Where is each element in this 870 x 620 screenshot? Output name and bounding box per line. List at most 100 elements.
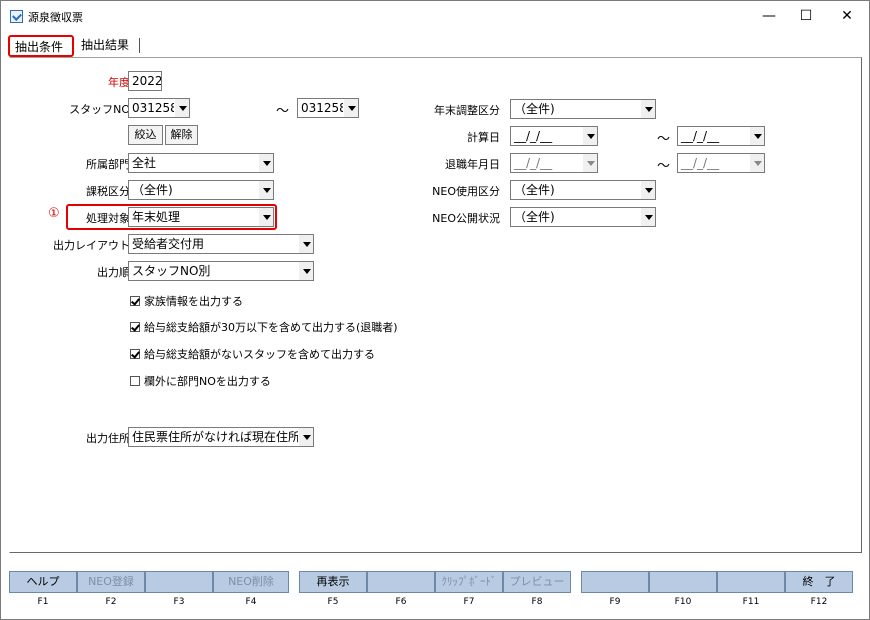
year-input[interactable]: 2022: [128, 71, 162, 91]
app-icon: [10, 10, 23, 23]
filter-button[interactable]: 絞込: [128, 125, 163, 145]
f2-key-label: F2: [105, 597, 117, 607]
tax-class-select[interactable]: （全件): [128, 180, 274, 200]
chevron-down-icon[interactable]: [749, 154, 764, 172]
order-value: スタッフNO別: [132, 264, 211, 278]
checkbox-no-pay-staff[interactable]: 給与総支給額がないスタッフを含めて出力する: [130, 346, 375, 362]
f9-key-label: F9: [609, 597, 621, 607]
target-select[interactable]: 年末処理: [128, 207, 274, 227]
year-label: 年度: [108, 76, 130, 89]
chevron-down-icon[interactable]: [258, 154, 273, 172]
f10-button[interactable]: [649, 571, 717, 593]
f12-key-label: F12: [810, 597, 828, 607]
chevron-down-icon[interactable]: [640, 181, 655, 199]
tab-extract-conditions[interactable]: 抽出条件: [8, 35, 74, 57]
retire-date-to-value: __/_/__: [681, 156, 720, 170]
retire-date-to-select[interactable]: __/_/__: [677, 153, 765, 173]
chevron-down-icon[interactable]: [258, 208, 273, 226]
calc-date-from-select[interactable]: __/_/__: [510, 126, 598, 146]
calc-date-from-value: __/_/__: [514, 129, 553, 143]
f6-button[interactable]: [367, 571, 435, 593]
checkbox-family-info[interactable]: 家族情報を出力する: [130, 293, 243, 309]
order-label: 出力順: [97, 266, 130, 279]
target-label: 処理対象: [86, 212, 130, 225]
f8-key-label: F8: [531, 597, 543, 607]
chevron-down-icon[interactable]: [749, 127, 764, 145]
calc-date-to-select[interactable]: __/_/__: [677, 126, 765, 146]
f9-button[interactable]: [581, 571, 649, 593]
chevron-down-icon[interactable]: [640, 100, 655, 118]
retire-date-from-select[interactable]: __/_/__: [510, 153, 598, 173]
adjust-class-value: （全件): [514, 102, 555, 116]
retire-date-tilde: ～: [657, 159, 671, 174]
chevron-down-icon[interactable]: [174, 99, 189, 117]
f7-clipboard-button[interactable]: ｸﾘｯﾌﾟﾎﾞｰﾄﾞ: [435, 571, 503, 593]
checkbox-label: 給与総支給額が30万以下を含めて出力する(退職者): [144, 321, 398, 334]
target-value: 年末処理: [132, 210, 181, 224]
maximize-button[interactable]: ☐: [792, 5, 820, 27]
tab-extract-results[interactable]: 抽出結果: [76, 35, 141, 57]
neo-use-label: NEO使用区分: [432, 185, 500, 198]
retire-date-label: 退職年月日: [445, 158, 500, 171]
f4-key-label: F4: [245, 597, 257, 607]
checkbox-box[interactable]: [130, 376, 140, 386]
f11-key-label: F11: [742, 597, 760, 607]
adjust-class-select[interactable]: （全件): [510, 99, 656, 119]
staff-no-from-select[interactable]: 031258: [128, 98, 190, 118]
order-select[interactable]: スタッフNO別: [128, 261, 314, 281]
checkbox-box[interactable]: [130, 296, 140, 306]
tax-class-label: 課税区分: [86, 185, 130, 198]
neo-public-label: NEO公開状況: [432, 212, 500, 225]
chevron-down-icon[interactable]: [582, 154, 597, 172]
tab-separator: [139, 38, 140, 53]
neo-public-select[interactable]: （全件): [510, 207, 656, 227]
chevron-down-icon[interactable]: [582, 127, 597, 145]
chevron-down-icon[interactable]: [298, 235, 313, 253]
staff-no-to-value: 031258: [301, 101, 347, 115]
department-label: 所属部門: [86, 158, 130, 171]
chevron-down-icon[interactable]: [258, 181, 273, 199]
tax-class-value: （全件): [132, 183, 173, 197]
f5-key-label: F5: [327, 597, 339, 607]
f4-neo-delete-button[interactable]: NEO削除: [213, 571, 289, 593]
neo-use-select[interactable]: （全件): [510, 180, 656, 200]
annotation-badge: ①: [48, 206, 60, 221]
close-button[interactable]: ✕: [833, 5, 861, 27]
address-select[interactable]: 住民票住所がなければ現在住所: [128, 427, 314, 447]
checkbox-label: 欄外に部門NOを出力する: [144, 375, 271, 388]
layout-label: 出力レイアウト: [53, 239, 130, 252]
staff-no-to-select[interactable]: 031258: [297, 98, 359, 118]
checkbox-dept-no-margin[interactable]: 欄外に部門NOを出力する: [130, 373, 271, 389]
staff-no-label: スタッフNO: [69, 103, 130, 116]
neo-use-value: （全件): [514, 183, 555, 197]
chevron-down-icon[interactable]: [298, 428, 313, 446]
f7-key-label: F7: [463, 597, 475, 607]
staff-no-from-value: 031258: [132, 101, 178, 115]
clear-button[interactable]: 解除: [165, 125, 198, 145]
neo-public-value: （全件): [514, 210, 555, 224]
f5-refresh-button[interactable]: 再表示: [299, 571, 367, 593]
department-select[interactable]: 全社: [128, 153, 274, 173]
f8-preview-button[interactable]: プレビュー: [503, 571, 571, 593]
f6-key-label: F6: [395, 597, 407, 607]
checkbox-under-300k[interactable]: 給与総支給額が30万以下を含めて出力する(退職者): [130, 319, 398, 335]
minimize-button[interactable]: —: [755, 5, 783, 27]
f1-help-button[interactable]: ヘルプ: [9, 571, 77, 593]
f1-key-label: F1: [37, 597, 49, 607]
f12-exit-button[interactable]: 終 了: [785, 571, 853, 593]
f2-neo-register-button[interactable]: NEO登録: [77, 571, 145, 593]
layout-select[interactable]: 受給者交付用: [128, 234, 314, 254]
app-window: 源泉徴収票 — ☐ ✕ 抽出条件 抽出結果 年度 2022 スタッフNO 031…: [0, 0, 870, 620]
address-label: 出力住所: [86, 432, 130, 445]
chevron-down-icon[interactable]: [298, 262, 313, 280]
chevron-down-icon[interactable]: [343, 99, 358, 117]
chevron-down-icon[interactable]: [640, 208, 655, 226]
f3-button[interactable]: [145, 571, 213, 593]
layout-value: 受給者交付用: [132, 237, 205, 251]
checkbox-box[interactable]: [130, 349, 140, 359]
f11-button[interactable]: [717, 571, 785, 593]
address-value: 住民票住所がなければ現在住所: [132, 430, 301, 444]
checkbox-box[interactable]: [130, 322, 140, 332]
retire-date-from-value: __/_/__: [514, 156, 553, 170]
calc-date-label: 計算日: [467, 131, 500, 144]
